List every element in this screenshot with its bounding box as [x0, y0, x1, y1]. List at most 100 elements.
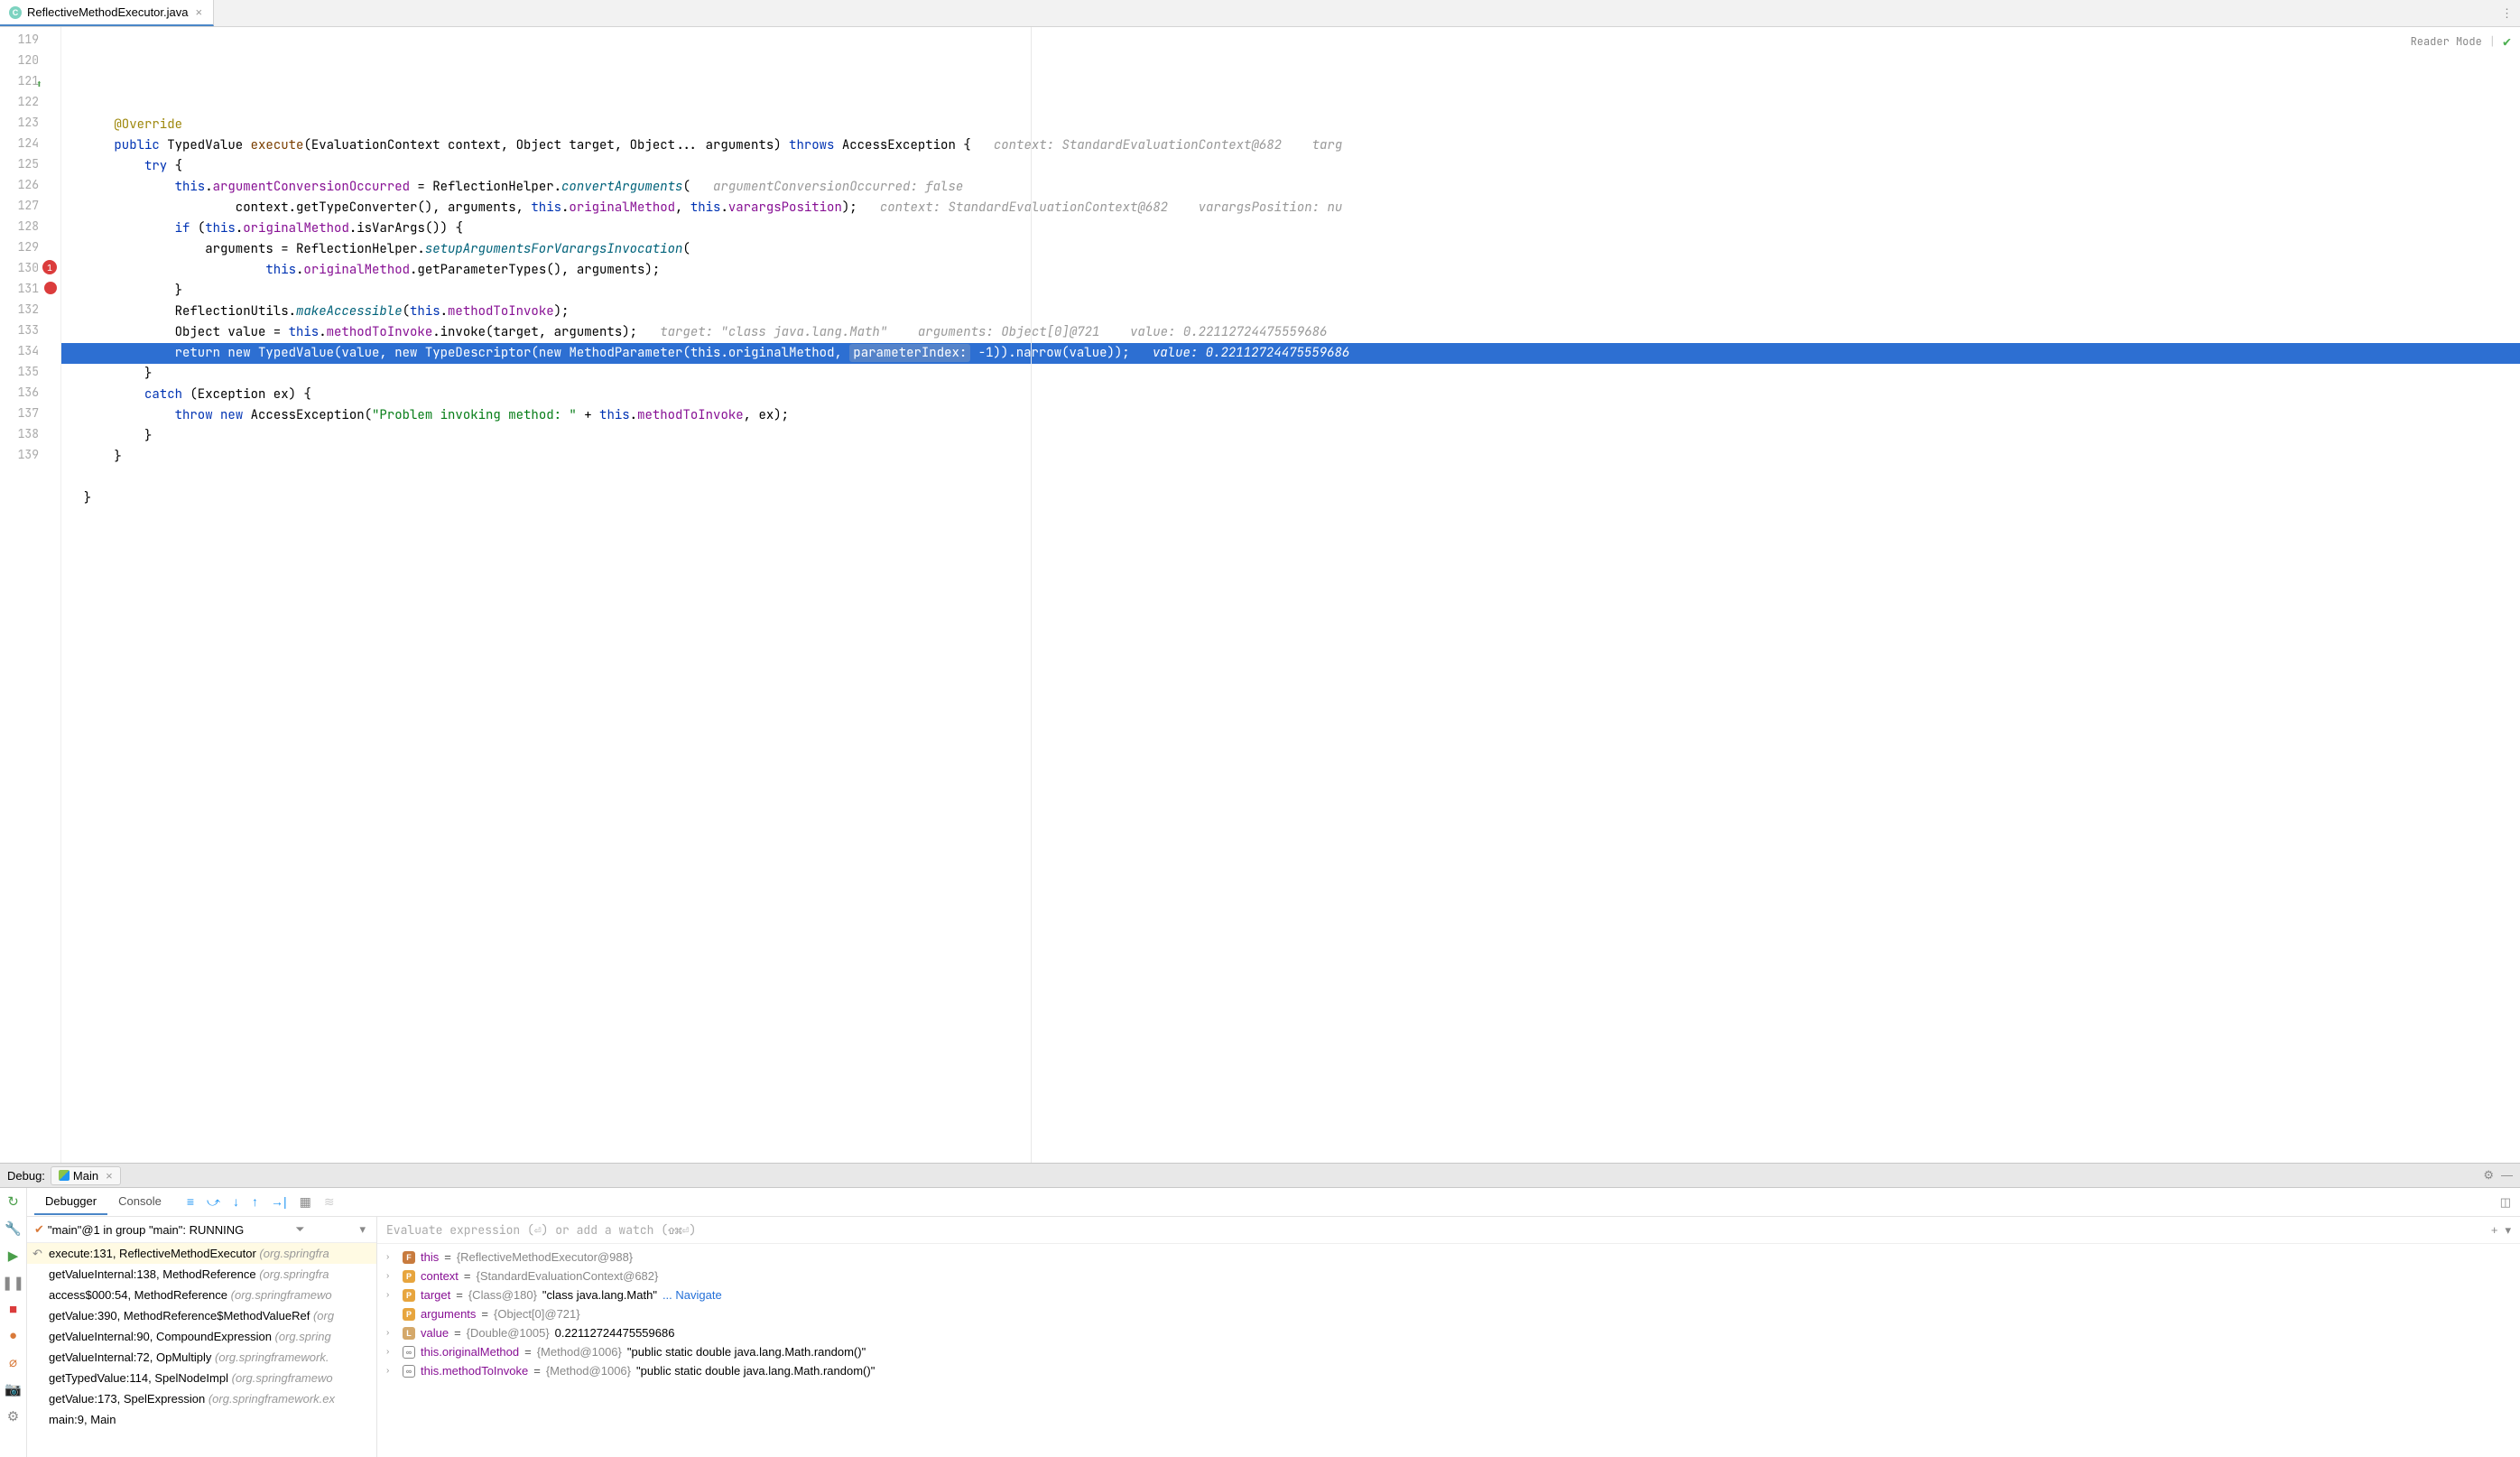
gear-icon[interactable]: ⚙	[2483, 1168, 2494, 1183]
stop-icon[interactable]: ■	[9, 1302, 17, 1317]
trace-icon[interactable]: ≋	[324, 1194, 335, 1210]
gutter-line[interactable]: 125	[0, 153, 60, 174]
layout-icon[interactable]: ◫	[2500, 1195, 2511, 1210]
breakpoint-badge[interactable]: 1	[42, 260, 57, 274]
gutter-line[interactable]: 134	[0, 340, 60, 361]
variable-row[interactable]: ›Fthis = {ReflectiveMethodExecutor@988}	[377, 1248, 2520, 1267]
run-config-tab[interactable]: Main ×	[51, 1166, 121, 1185]
gutter-line[interactable]: 123	[0, 112, 60, 133]
close-icon[interactable]: ×	[106, 1169, 113, 1183]
variable-row[interactable]: ›∞this.methodToInvoke = {Method@1006} "p…	[377, 1361, 2520, 1380]
breakpoint-icon[interactable]	[44, 282, 57, 294]
thread-label[interactable]: "main"@1 in group "main": RUNNING	[48, 1223, 244, 1237]
frame-item[interactable]: getValueInternal:90, CompoundExpression …	[27, 1326, 376, 1347]
gutter-line[interactable]: 129	[0, 237, 60, 257]
minimize-icon[interactable]: —	[2501, 1168, 2513, 1183]
code-line[interactable]	[61, 468, 2520, 488]
more-icon[interactable]: ⋮	[2501, 6, 2513, 21]
code-line[interactable]: }	[61, 447, 2520, 468]
gutter-line[interactable]: 132	[0, 299, 60, 320]
mute-breakpoints-icon[interactable]: ⌀	[9, 1354, 17, 1370]
code-line[interactable]: if (this.originalMethod.isVarArgs()) {	[61, 218, 2520, 239]
gutter-line[interactable]: 1301	[0, 257, 60, 278]
gutter-line[interactable]: 121⬆	[0, 70, 60, 91]
expand-icon[interactable]: ›	[386, 1347, 397, 1357]
code-line[interactable]: Object value = this.methodToInvoke.invok…	[61, 322, 2520, 343]
evaluate-input[interactable]: Evaluate expression (⏎) or add a watch (…	[386, 1222, 2491, 1238]
step-out-icon[interactable]: ↑	[252, 1194, 258, 1210]
settings-icon[interactable]: ⚙	[7, 1408, 19, 1425]
code-line[interactable]: catch (Exception ex) {	[61, 385, 2520, 405]
editor-tab[interactable]: C ReflectiveMethodExecutor.java ×	[0, 0, 214, 26]
expand-icon[interactable]: ›	[386, 1328, 397, 1338]
undo-icon[interactable]: ↶	[32, 1247, 42, 1261]
variable-row[interactable]: ›Ptarget = {Class@180} "class java.lang.…	[377, 1285, 2520, 1304]
code-line[interactable]: return new TypedValue(value, new TypeDes…	[61, 343, 2520, 364]
add-watch-icon[interactable]: +	[2491, 1223, 2498, 1238]
step-over-icon[interactable]: ⤻	[207, 1194, 220, 1210]
frame-item[interactable]: getValue:390, MethodReference$MethodValu…	[27, 1305, 376, 1326]
gutter-line[interactable]: 136	[0, 382, 60, 403]
code-line[interactable]: public TypedValue execute(EvaluationCont…	[61, 135, 2520, 156]
code-line[interactable]: try {	[61, 156, 2520, 177]
step-into-icon[interactable]: ↓	[233, 1194, 239, 1210]
variable-row[interactable]: ›Pcontext = {StandardEvaluationContext@6…	[377, 1267, 2520, 1285]
close-icon[interactable]: ×	[193, 5, 204, 19]
expand-icon[interactable]: ›	[386, 1290, 397, 1300]
code-line[interactable]: this.argumentConversionOccurred = Reflec…	[61, 177, 2520, 198]
code-line[interactable]	[61, 94, 2520, 115]
frame-item[interactable]: ↶execute:131, ReflectiveMethodExecutor (…	[27, 1243, 376, 1264]
gutter-line[interactable]: 137	[0, 403, 60, 423]
code-area[interactable]: Reader Mode | ✔ @Override public TypedVa…	[61, 27, 2520, 1163]
gutter-line[interactable]: 126	[0, 174, 60, 195]
code-line[interactable]: @Override	[61, 115, 2520, 135]
frame-item[interactable]: getValue:173, SpelExpression (org.spring…	[27, 1388, 376, 1409]
wrench-icon[interactable]: 🔧	[5, 1220, 22, 1237]
camera-icon[interactable]: 📷	[5, 1381, 22, 1397]
evaluate-icon[interactable]: ▦	[300, 1194, 311, 1210]
expand-icon[interactable]: ›	[386, 1271, 397, 1281]
frame-item[interactable]: access$000:54, MethodReference (org.spri…	[27, 1285, 376, 1305]
code-line[interactable]: }	[61, 426, 2520, 447]
code-line[interactable]: throw new AccessException("Problem invok…	[61, 405, 2520, 426]
code-line[interactable]: }	[61, 488, 2520, 509]
dropdown-icon[interactable]: ▾	[2505, 1223, 2511, 1238]
navigate-link[interactable]: ... Navigate	[662, 1288, 722, 1302]
tab-console[interactable]: Console	[107, 1189, 172, 1215]
breakpoints-icon[interactable]: ●	[9, 1328, 17, 1343]
frame-item[interactable]: main:9, Main	[27, 1409, 376, 1430]
gutter-line[interactable]: 135	[0, 361, 60, 382]
code-line[interactable]: }	[61, 364, 2520, 385]
code-line[interactable]: arguments = ReflectionHelper.setupArgume…	[61, 239, 2520, 260]
dropdown-icon[interactable]: ▾	[356, 1222, 369, 1237]
gutter-line[interactable]: 119	[0, 29, 60, 50]
filter-icon[interactable]: ⏷	[292, 1222, 308, 1237]
reader-mode-toggle[interactable]: Reader Mode | ✔	[2411, 32, 2511, 51]
variable-row[interactable]: Parguments = {Object[0]@721}	[377, 1304, 2520, 1323]
frame-item[interactable]: getTypedValue:114, SpelNodeImpl (org.spr…	[27, 1368, 376, 1388]
gutter-line[interactable]: 131	[0, 278, 60, 299]
gutter-line[interactable]: 128	[0, 216, 60, 237]
resume-icon[interactable]: ▶	[8, 1248, 19, 1264]
tab-debugger[interactable]: Debugger	[34, 1189, 107, 1215]
variable-row[interactable]: ›Lvalue = {Double@1005} 0.22112724475559…	[377, 1323, 2520, 1342]
expand-icon[interactable]: ›	[386, 1366, 397, 1376]
code-line[interactable]: ReflectionUtils.makeAccessible(this.meth…	[61, 302, 2520, 322]
expand-icon[interactable]: ›	[386, 1252, 397, 1262]
code-line[interactable]: context.getTypeConverter(), arguments, t…	[61, 198, 2520, 218]
rerun-icon[interactable]: ↻	[7, 1193, 19, 1210]
code-line[interactable]: }	[61, 281, 2520, 302]
run-to-cursor-icon[interactable]: →|	[271, 1194, 287, 1210]
frame-item[interactable]: getValueInternal:72, OpMultiply (org.spr…	[27, 1347, 376, 1368]
gutter-line[interactable]: 133	[0, 320, 60, 340]
code-line[interactable]	[61, 509, 2520, 530]
frame-item[interactable]: getValueInternal:138, MethodReference (o…	[27, 1264, 376, 1285]
code-line[interactable]: this.originalMethod.getParameterTypes(),…	[61, 260, 2520, 281]
pause-icon[interactable]: ❚❚	[2, 1275, 24, 1291]
gutter-line[interactable]: 122	[0, 91, 60, 112]
gutter-line[interactable]: 120	[0, 50, 60, 70]
gutter-line[interactable]: 124	[0, 133, 60, 153]
threads-icon[interactable]: ≡	[187, 1194, 194, 1210]
gutter-line[interactable]: 139	[0, 444, 60, 465]
gutter-line[interactable]: 127	[0, 195, 60, 216]
